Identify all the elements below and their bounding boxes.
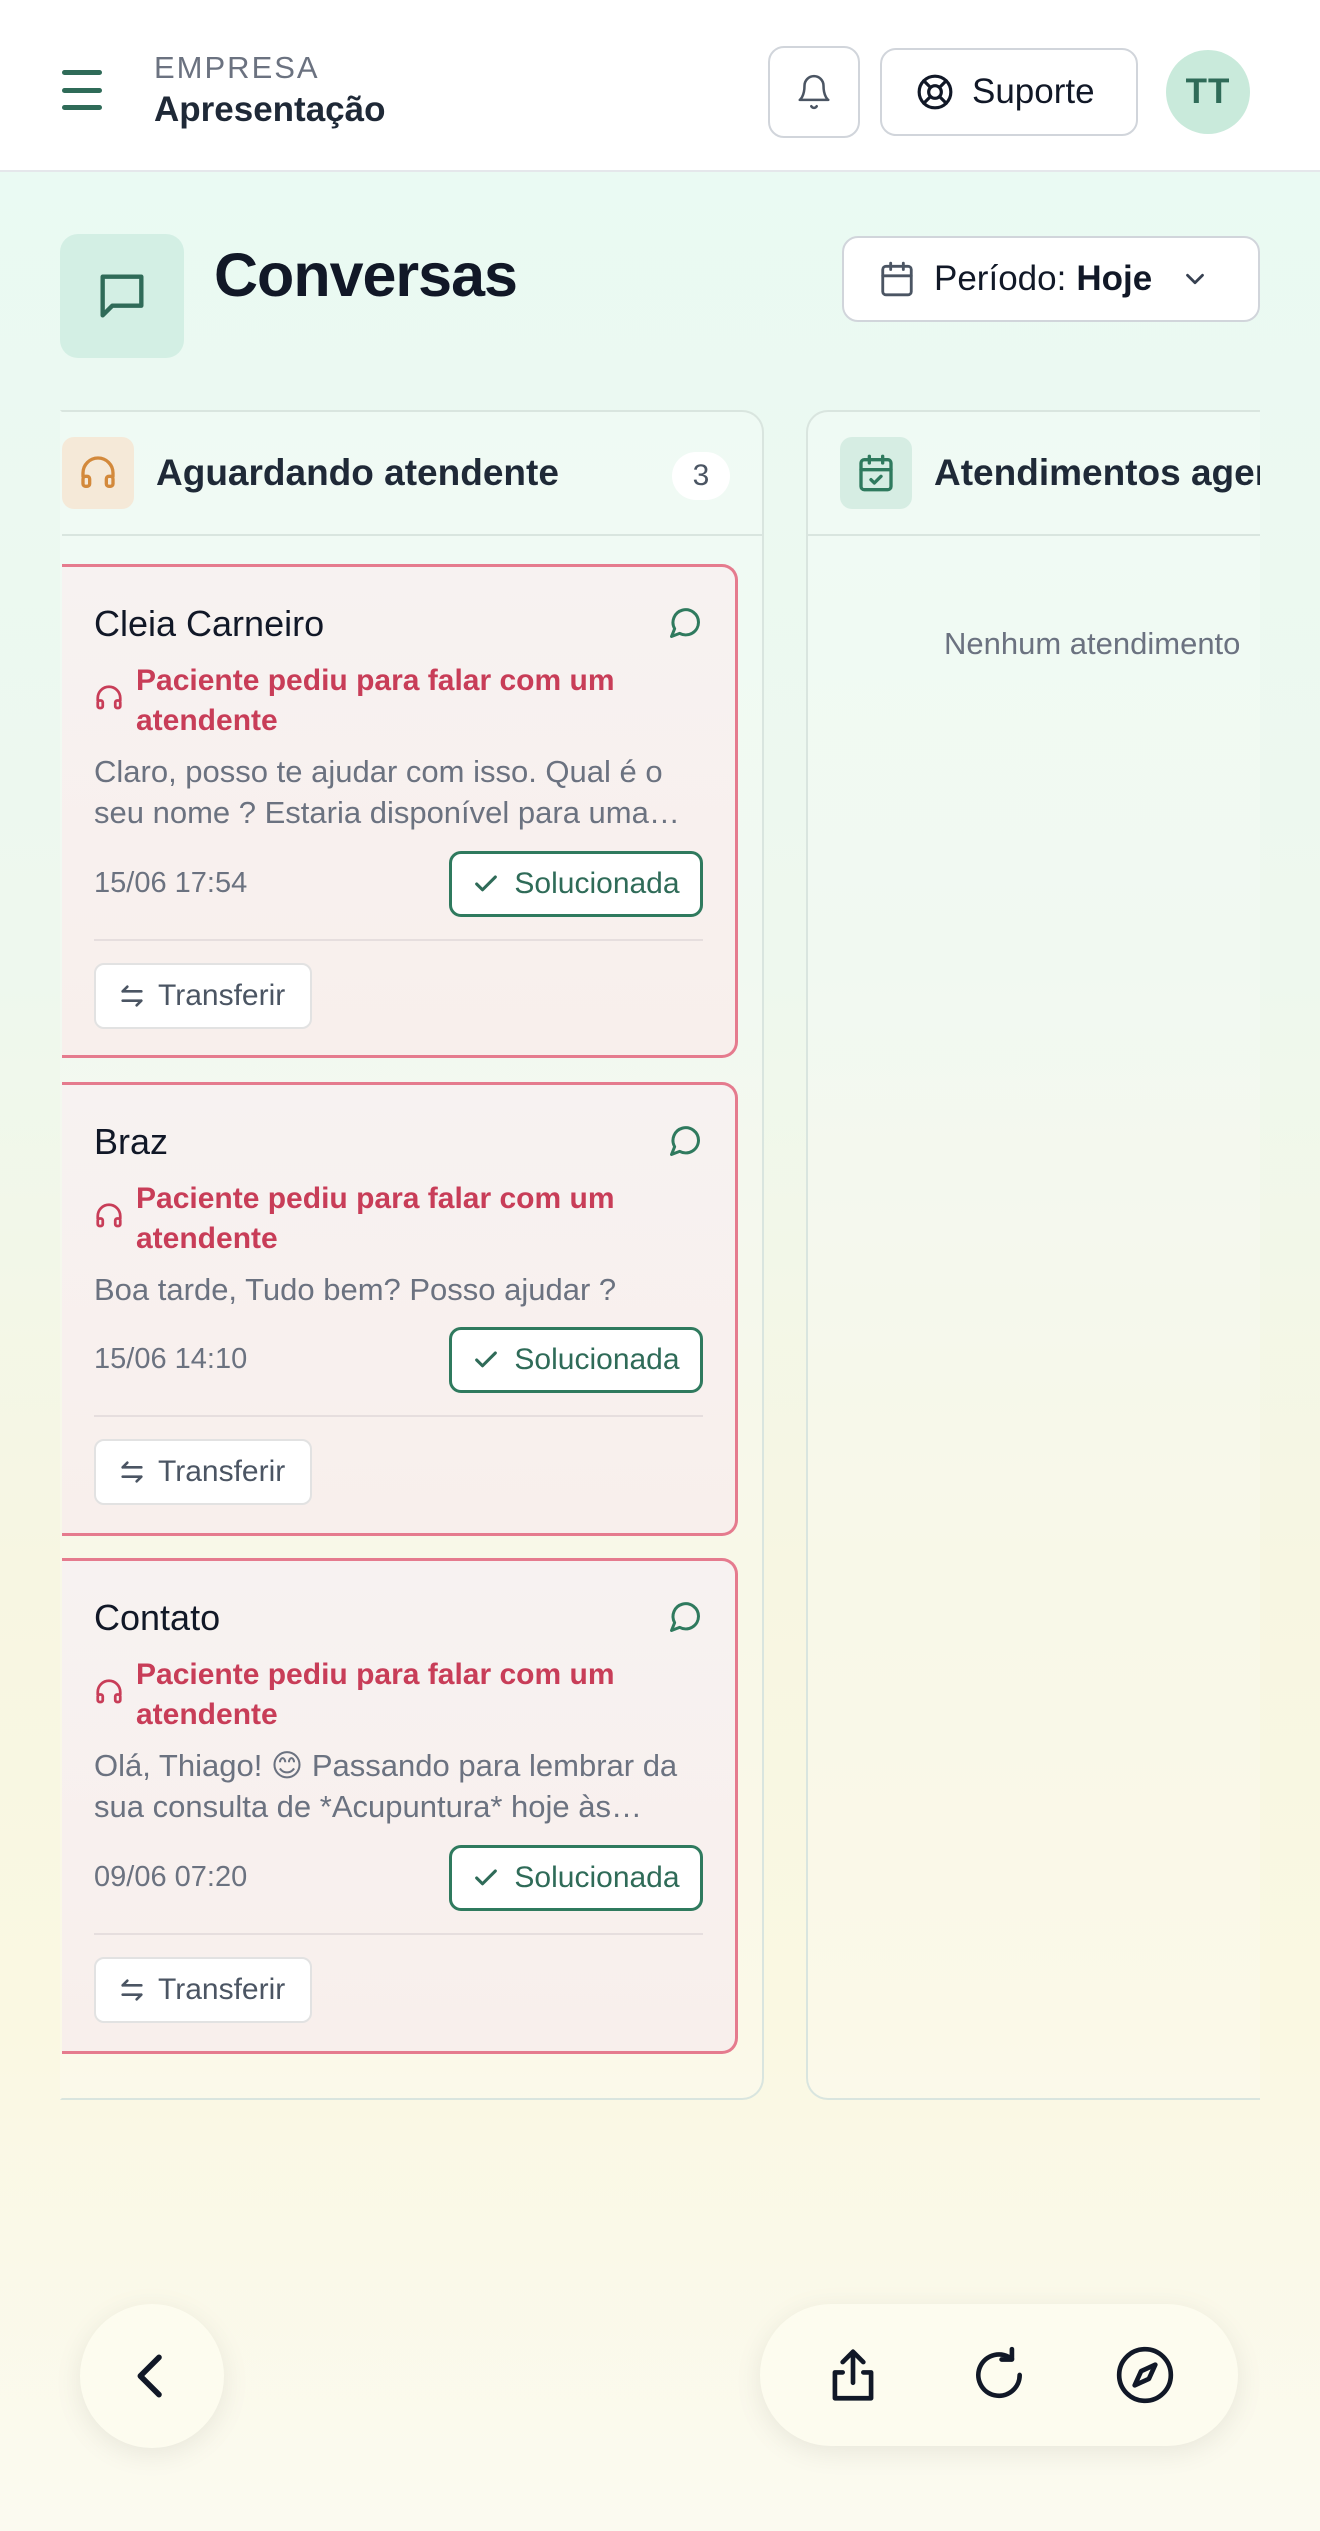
headset-icon xyxy=(62,437,134,509)
timestamp: 15/06 17:54 xyxy=(94,867,248,899)
transfer-label: Transferir xyxy=(158,979,286,1012)
solved-button[interactable]: Solucionada xyxy=(449,851,703,917)
support-button[interactable]: Suporte xyxy=(880,48,1138,136)
empty-state-text: Nenhum atendimento xyxy=(944,626,1241,661)
lifebuoy-icon xyxy=(916,73,954,111)
alert-row: Paciente pediu para falar com um atenden… xyxy=(94,661,654,741)
contact-name: Contato xyxy=(94,1597,221,1638)
calendar-icon xyxy=(878,259,916,299)
bell-icon xyxy=(795,72,833,112)
column-waiting: Aguardando atendente 3 Cleia Carneiro Pa… xyxy=(60,410,764,2100)
conversation-card[interactable]: Cleia Carneiro Paciente pediu para falar… xyxy=(62,564,738,1058)
last-message: Boa tarde, Tudo bem? Posso ajudar ? xyxy=(94,1272,617,1307)
chevron-down-icon xyxy=(1180,264,1210,294)
check-icon xyxy=(472,1864,500,1892)
back-button[interactable] xyxy=(80,2304,224,2448)
last-message: Claro, posso te ajudar com isso. Qual é … xyxy=(94,754,680,830)
contact-name: Braz xyxy=(94,1121,169,1162)
solved-label: Solucionada xyxy=(514,1343,680,1376)
menu-icon[interactable] xyxy=(62,70,112,110)
last-message: Olá, Thiago! 😊 Passando para lembrar da … xyxy=(94,1748,678,1824)
column-title: Atendimentos agen xyxy=(934,452,1260,493)
transfer-icon xyxy=(118,982,146,1010)
chat-icon[interactable] xyxy=(667,1599,703,1635)
period-select[interactable]: Período: Hoje xyxy=(842,236,1260,322)
check-icon xyxy=(472,870,500,898)
transfer-icon xyxy=(118,1458,146,1486)
browser-toolbar xyxy=(760,2304,1238,2446)
check-icon xyxy=(472,1346,500,1374)
solved-button[interactable]: Solucionada xyxy=(449,1845,703,1911)
page-title: Conversas xyxy=(214,241,518,309)
contact-name: Cleia Carneiro xyxy=(94,603,325,644)
headset-icon xyxy=(94,1677,126,1735)
period-label: Período: xyxy=(934,259,1067,298)
transfer-label: Transferir xyxy=(158,1973,286,2006)
transfer-icon xyxy=(118,1976,146,2004)
headset-icon xyxy=(94,1201,126,1259)
reload-icon[interactable] xyxy=(959,2335,1039,2415)
top-bar: EMPRESA Apresentação Suporte TT xyxy=(0,0,1320,172)
timestamp: 15/06 14:10 xyxy=(94,1343,248,1375)
chat-icon[interactable] xyxy=(667,605,703,641)
company-name[interactable]: Apresentação xyxy=(154,90,385,130)
alert-row: Paciente pediu para falar com um atenden… xyxy=(94,1179,654,1259)
kanban-board[interactable]: Aguardando atendente 3 Cleia Carneiro Pa… xyxy=(60,410,1260,2100)
alert-text: Paciente pediu para falar com um atenden… xyxy=(136,1182,615,1255)
transfer-label: Transferir xyxy=(158,1455,286,1488)
column-count-badge: 3 xyxy=(672,452,730,500)
chevron-left-icon xyxy=(124,2348,180,2404)
solved-button[interactable]: Solucionada xyxy=(449,1327,703,1393)
timestamp: 09/06 07:20 xyxy=(94,1861,248,1893)
column-header: Atendimentos agen xyxy=(808,412,1260,536)
support-label: Suporte xyxy=(972,72,1095,111)
alert-row: Paciente pediu para falar com um atenden… xyxy=(94,1655,654,1735)
transfer-button[interactable]: Transferir xyxy=(94,963,312,1029)
divider xyxy=(94,1933,703,1935)
column-title: Aguardando atendente xyxy=(156,452,559,493)
solved-label: Solucionada xyxy=(514,1861,680,1894)
conversation-card[interactable]: Contato Paciente pediu para falar com um… xyxy=(62,1558,738,2054)
notifications-button[interactable] xyxy=(768,46,860,138)
avatar[interactable]: TT xyxy=(1166,50,1250,134)
solved-label: Solucionada xyxy=(514,867,680,900)
transfer-button[interactable]: Transferir xyxy=(94,1957,312,2023)
chat-bubble-icon xyxy=(60,234,184,358)
column-scheduled: Atendimentos agen Nenhum atendimento xyxy=(806,410,1260,2100)
column-header: Aguardando atendente 3 xyxy=(62,412,762,536)
alert-text: Paciente pediu para falar com um atenden… xyxy=(136,1658,615,1731)
alert-text: Paciente pediu para falar com um atenden… xyxy=(136,664,615,737)
share-icon[interactable] xyxy=(813,2335,893,2415)
divider xyxy=(94,939,703,941)
divider xyxy=(94,1415,703,1417)
calendar-check-icon xyxy=(840,437,912,509)
company-label: EMPRESA xyxy=(154,50,320,85)
compass-icon[interactable] xyxy=(1105,2335,1185,2415)
period-value: Hoje xyxy=(1076,259,1153,298)
chat-icon[interactable] xyxy=(667,1123,703,1159)
transfer-button[interactable]: Transferir xyxy=(94,1439,312,1505)
conversation-card[interactable]: Braz Paciente pediu para falar com um at… xyxy=(62,1082,738,1536)
headset-icon xyxy=(94,683,126,741)
